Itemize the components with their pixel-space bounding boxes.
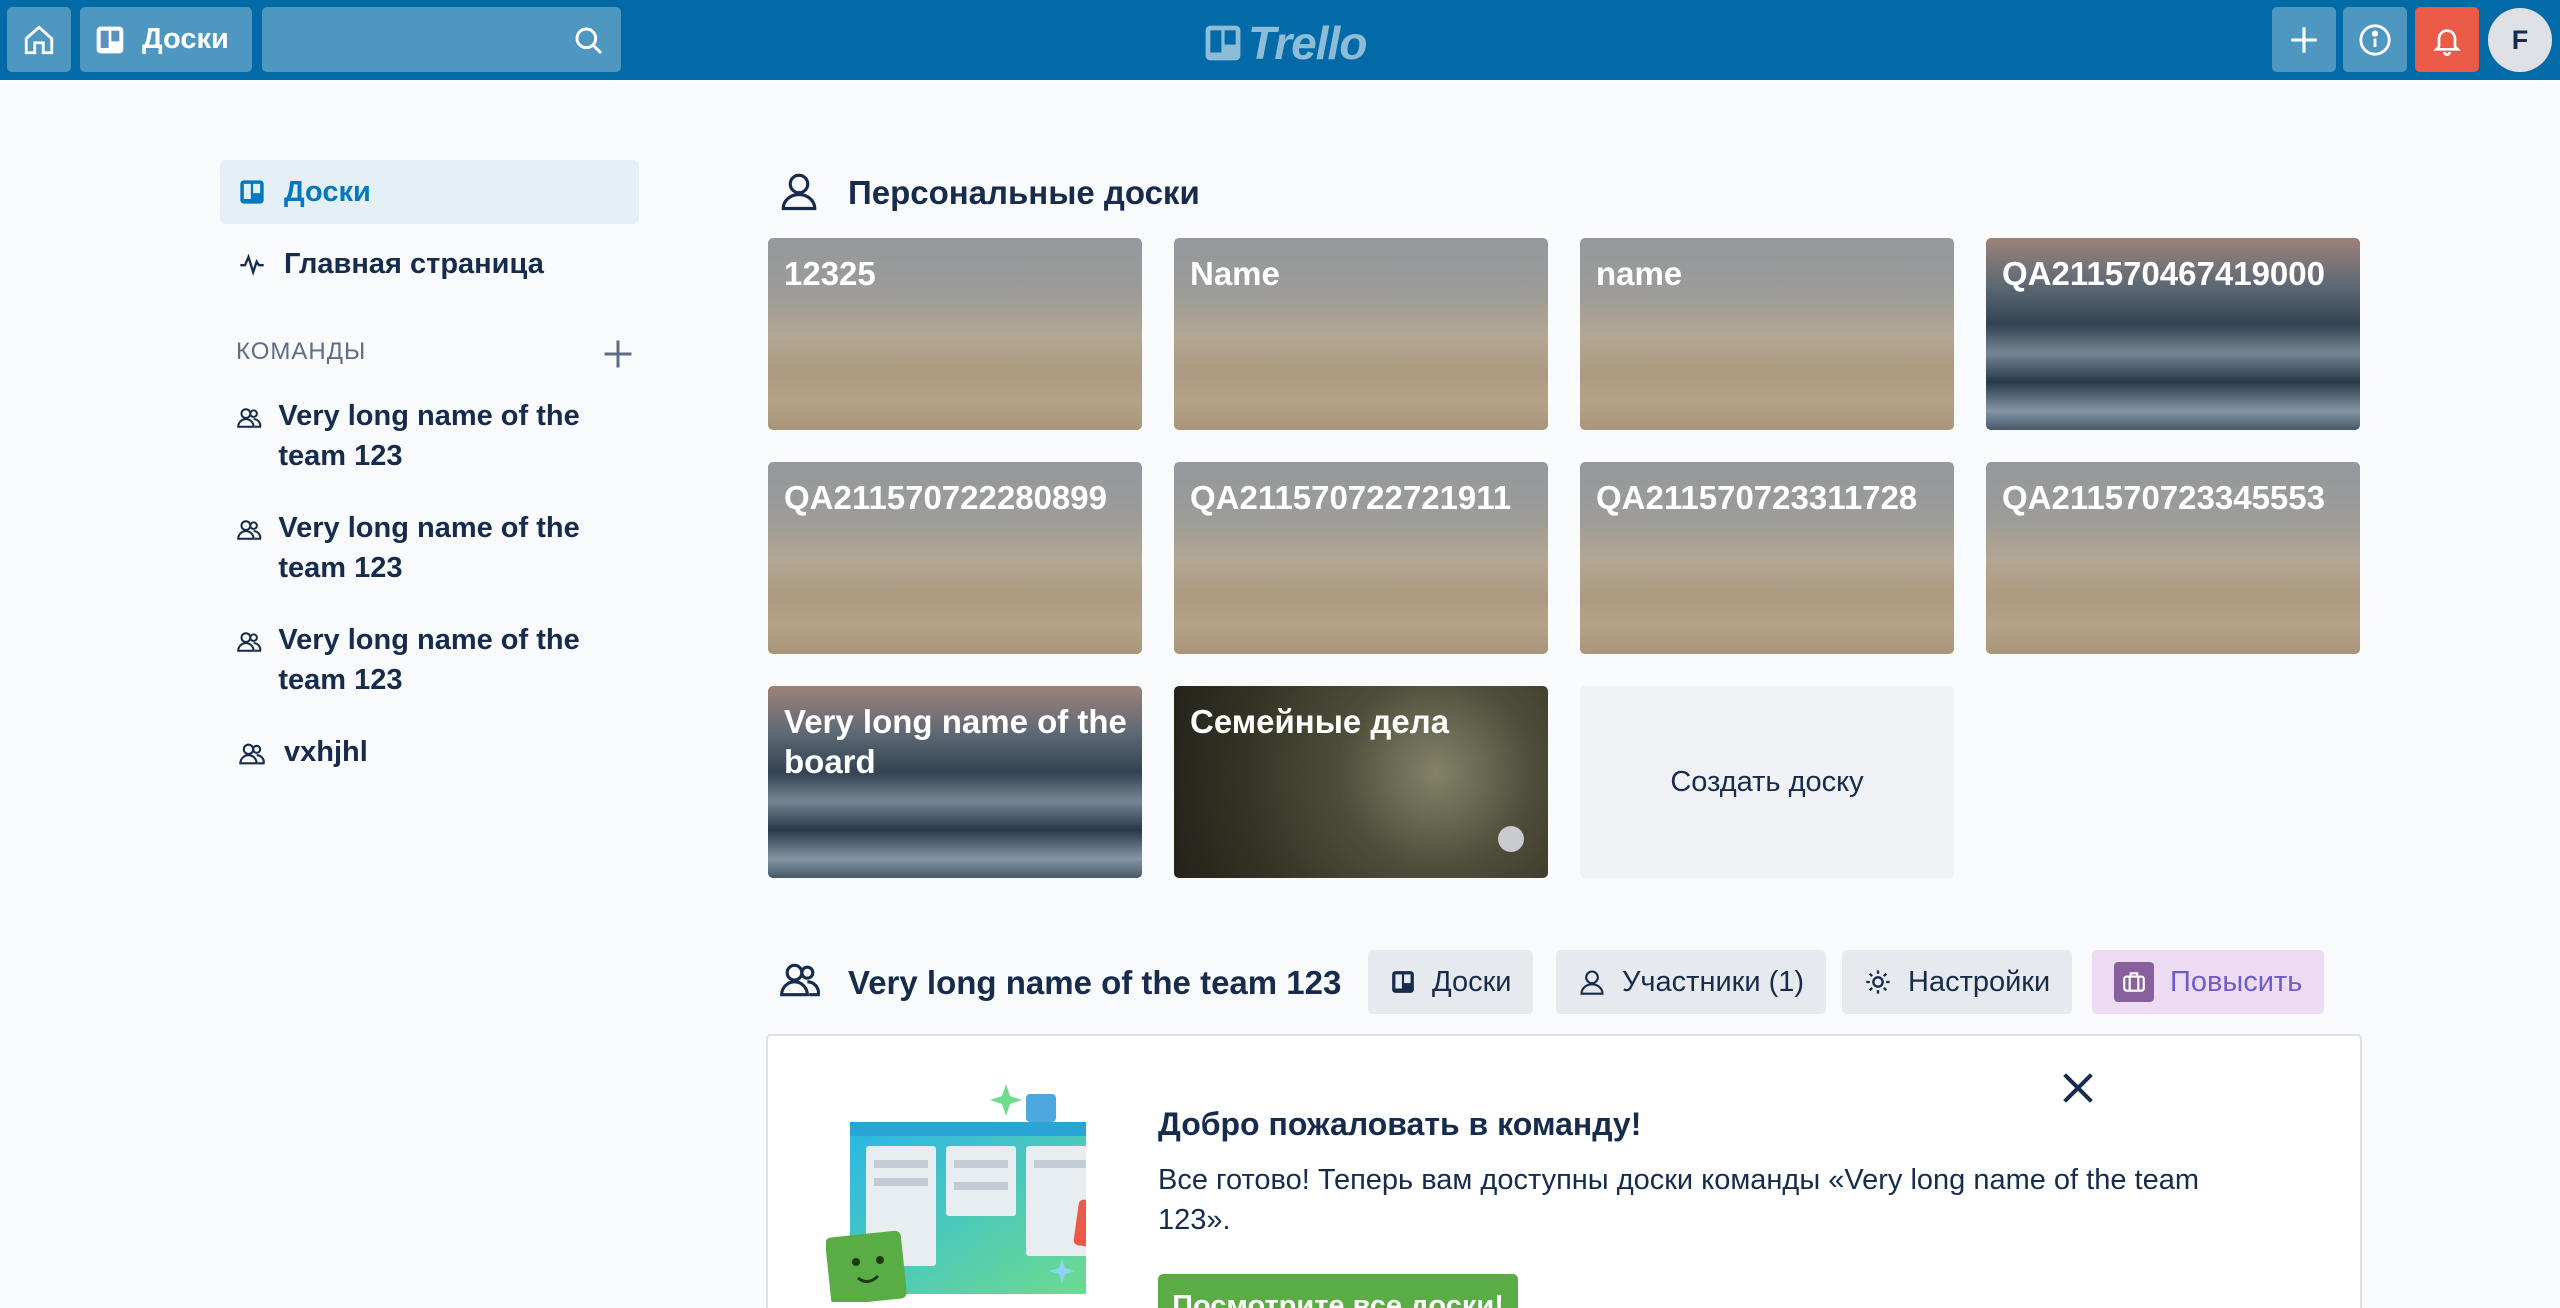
board-tile[interactable]: QA211570722721911: [1174, 462, 1548, 654]
boards-button[interactable]: Доски: [80, 7, 252, 72]
team-boards-illustration: [826, 1084, 1086, 1302]
team-section-title: Very long name of the team 123: [848, 964, 1342, 1001]
board-name: QA211570723345553: [2002, 479, 2325, 516]
sidebar-item-team[interactable]: Very long name of the team 123: [236, 396, 636, 476]
trello-logo-icon: [1205, 25, 1241, 61]
search-icon: [575, 27, 603, 55]
tab-members[interactable]: Участники (1): [1556, 950, 1827, 1014]
view-all-boards-button[interactable]: Посмотрите все доски!: [1158, 1274, 1518, 1308]
team-icon: [239, 743, 265, 765]
tab-boards[interactable]: Доски: [1368, 950, 1534, 1014]
board-name: Семейные дела: [1190, 703, 1450, 740]
info-icon: [2359, 23, 2391, 56]
board-name: QA21157072228089​9: [784, 479, 1107, 516]
board-tile[interactable]: QA21157046741900​0: [1986, 238, 2360, 430]
boards-button-label: Доски: [142, 23, 229, 55]
upgrade-button[interactable]: Повысить: [2092, 950, 2325, 1014]
welcome-card: Добро пожаловать в команду! Все готово! …: [766, 1034, 2362, 1308]
board-icon: [96, 26, 124, 53]
board-name: Very long name of the board: [784, 703, 1127, 780]
gear-icon: [1866, 970, 1890, 994]
sidebar-item-label: Главная страница: [284, 247, 544, 280]
briefcase-icon: [2114, 962, 2154, 1002]
tab-settings[interactable]: Настройки: [1842, 950, 2073, 1014]
board-tile[interactable]: Very long name of the board: [768, 686, 1142, 878]
board-name: 12325: [784, 255, 876, 292]
board-tile[interactable]: Name: [1174, 238, 1548, 430]
board-name: QA211570722721911: [1190, 479, 1512, 516]
trello-logo[interactable]: Trello: [1204, 16, 1367, 70]
team-icon: [237, 632, 262, 652]
board-name: QA211570723311728: [1596, 479, 1918, 516]
team-label: Very long name of the team 123: [278, 624, 580, 696]
top-header: Доски Trello F: [0, 0, 2560, 80]
team-icon: [780, 963, 821, 997]
board-tile[interactable]: QA21157072228089​9: [768, 462, 1142, 654]
team-icon: [237, 408, 262, 428]
board-icon: [240, 180, 264, 204]
home-icon: [24, 24, 54, 54]
create-board-tile[interactable]: Создать доску: [1580, 686, 1954, 878]
teams-heading: КОМАНДЫ: [236, 338, 367, 365]
welcome-title: Добро пожаловать в команду!: [1158, 1106, 1642, 1142]
add-team-icon[interactable]: [600, 336, 636, 372]
sidebar-item-team[interactable]: Very long name of the team 123: [236, 620, 636, 700]
sidebar-item-home[interactable]: Главная страница: [220, 232, 639, 296]
sidebar-item-team[interactable]: Very long name of the team 123: [236, 508, 636, 588]
team-label: vxhjhl: [284, 736, 368, 768]
notifications-button[interactable]: [2415, 7, 2479, 72]
board-tile[interactable]: name: [1580, 238, 1954, 430]
sidebar-item-team[interactable]: vxhjhl: [236, 732, 636, 772]
plus-icon: [2291, 26, 2317, 53]
tab-label: Настройки: [1908, 965, 2051, 998]
board-name: name: [1596, 255, 1683, 292]
logo-text: Trello: [1248, 17, 1367, 69]
welcome-text: Все готово! Теперь вам доступны доски ко…: [1158, 1164, 2200, 1236]
tab-label: Участники (1): [1622, 965, 1805, 998]
board-icon: [1392, 971, 1414, 993]
personal-boards-title: Персональные доски: [848, 174, 1200, 211]
board-indicator-dot: [1498, 826, 1524, 852]
board-tile[interactable]: QA211570723311728: [1580, 462, 1954, 654]
board-name: QA21157046741900​0: [2002, 255, 2325, 292]
create-button[interactable]: [2272, 7, 2336, 72]
tab-label: Повысить: [2170, 965, 2303, 998]
board-tile[interactable]: 12325: [768, 238, 1142, 430]
board-name: Name: [1190, 255, 1280, 292]
team-icon: [237, 520, 262, 540]
bell-icon: [2433, 28, 2461, 56]
sidebar-item-label: Доски: [284, 175, 371, 208]
activity-icon: [240, 253, 264, 276]
sidebar-item-boards[interactable]: Доски: [220, 160, 639, 224]
board-tile[interactable]: Семейные дела: [1174, 686, 1548, 878]
person-icon: [1580, 970, 1604, 995]
info-button[interactable]: [2343, 7, 2407, 72]
home-button[interactable]: [7, 7, 71, 72]
board-tile[interactable]: QA211570723345553: [1986, 462, 2360, 654]
search-input[interactable]: [262, 7, 621, 72]
close-icon[interactable]: [2058, 1068, 2098, 1108]
tab-label: Доски: [1432, 965, 1512, 998]
avatar[interactable]: F: [2488, 8, 2552, 72]
person-icon: [781, 173, 817, 211]
team-label: Very long name of the team 123: [278, 400, 580, 472]
team-label: Very long name of the team 123: [278, 512, 580, 584]
